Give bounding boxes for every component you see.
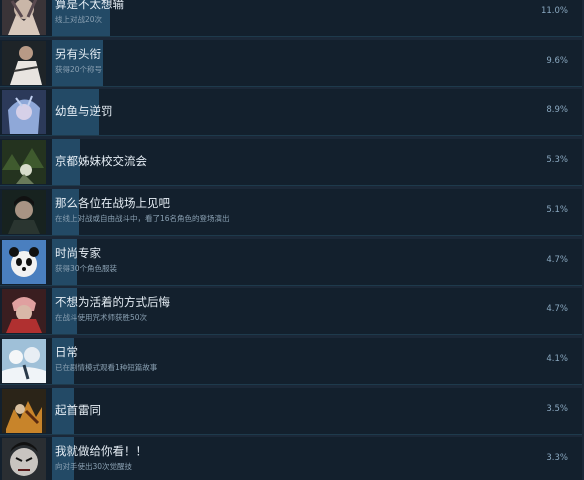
achievement-row[interactable]: 另有头衔获得20个称号 9.6% <box>0 40 582 87</box>
achievement-row[interactable]: 起首雷同 3.5% <box>0 388 582 435</box>
achievement-title: 时尚专家 <box>55 246 101 260</box>
achievement-row[interactable]: 时尚专家获得30个角色服装 4.7% <box>0 239 582 286</box>
achievement-title: 算是不太想输 <box>55 0 124 11</box>
white-robed-sorcerer-icon <box>2 41 46 85</box>
achievement-title: 另有头衔 <box>55 47 101 61</box>
achievement-title: 起首雷同 <box>55 403 101 417</box>
achievement-description: 在战斗使用咒术师获胜50次 <box>55 313 148 322</box>
achievement-title: 京都姊妹校交流会 <box>55 154 147 168</box>
pink-haired-fighter-icon <box>2 289 46 333</box>
achievement-description: 获得20个称号 <box>55 65 103 74</box>
achievement-row[interactable]: 京都姊妹校交流会 5.3% <box>0 139 582 186</box>
achievement-row[interactable]: 不想为活着的方式后悔在战斗使用咒术师获胜50次 4.7% <box>0 288 582 335</box>
unlock-percentage: 4.7% <box>546 255 568 265</box>
achievement-title: 我就做给你看！！ <box>55 444 147 458</box>
unlock-percentage: 9.6% <box>546 56 568 66</box>
achievement-description: 获得30个角色服装 <box>55 264 118 273</box>
blue-haired-figure-icon <box>2 90 46 134</box>
snow-scene-icon <box>2 339 46 383</box>
achievement-description: 已在剧情模式观看1种短篇故事 <box>55 363 158 372</box>
achievement-list: 算是不太想输 线上对战20次 11.0% 另有头衔获得20个称号 9.6% 幼鱼与逆罚 8.… <box>0 0 584 480</box>
fiery-fight-icon <box>2 389 46 433</box>
unlock-percentage: 8.9% <box>546 105 568 115</box>
forest-battle-icon <box>2 140 46 184</box>
achievement-title: 那么各位在战场上见吧 <box>55 196 170 210</box>
achievement-title: 幼鱼与逆罚 <box>55 104 113 118</box>
unlock-percentage: 3.3% <box>546 453 568 463</box>
unlock-percentage: 5.3% <box>546 155 568 165</box>
achievement-title: 日常 <box>55 345 78 359</box>
unlock-percentage: 3.5% <box>546 404 568 414</box>
cursed-hand-icon <box>2 0 46 35</box>
achievement-row[interactable]: 我就做给你看！！ 向对手使出30次觉醒技 3.3% <box>0 437 582 480</box>
achievement-row[interactable]: 幼鱼与逆罚 8.9% <box>0 89 582 136</box>
achievement-row[interactable]: 算是不太想输 线上对战20次 11.0% <box>0 0 582 37</box>
dark-haired-man-icon <box>2 190 46 234</box>
angry-face-icon <box>2 438 46 480</box>
unlock-percentage: 4.7% <box>546 304 568 314</box>
unlock-percentage: 4.1% <box>546 354 568 364</box>
unlock-percentage: 5.1% <box>546 205 568 215</box>
achievement-description: 在线上对战或自由战斗中，看了16名角色的登场演出 <box>55 214 230 223</box>
panda-icon <box>2 240 46 284</box>
achievement-description: 线上对战20次 <box>55 15 103 24</box>
achievement-title: 不想为活着的方式后悔 <box>55 295 170 309</box>
achievement-row[interactable]: 那么各位在战场上见吧在线上对战或自由战斗中，看了16名角色的登场演出 5.1% <box>0 189 582 236</box>
achievement-row[interactable]: 日常已在剧情模式观看1种短篇故事 4.1% <box>0 338 582 385</box>
unlock-percentage: 11.0% <box>540 6 568 16</box>
achievement-description: 向对手使出30次觉醒技 <box>55 462 133 471</box>
